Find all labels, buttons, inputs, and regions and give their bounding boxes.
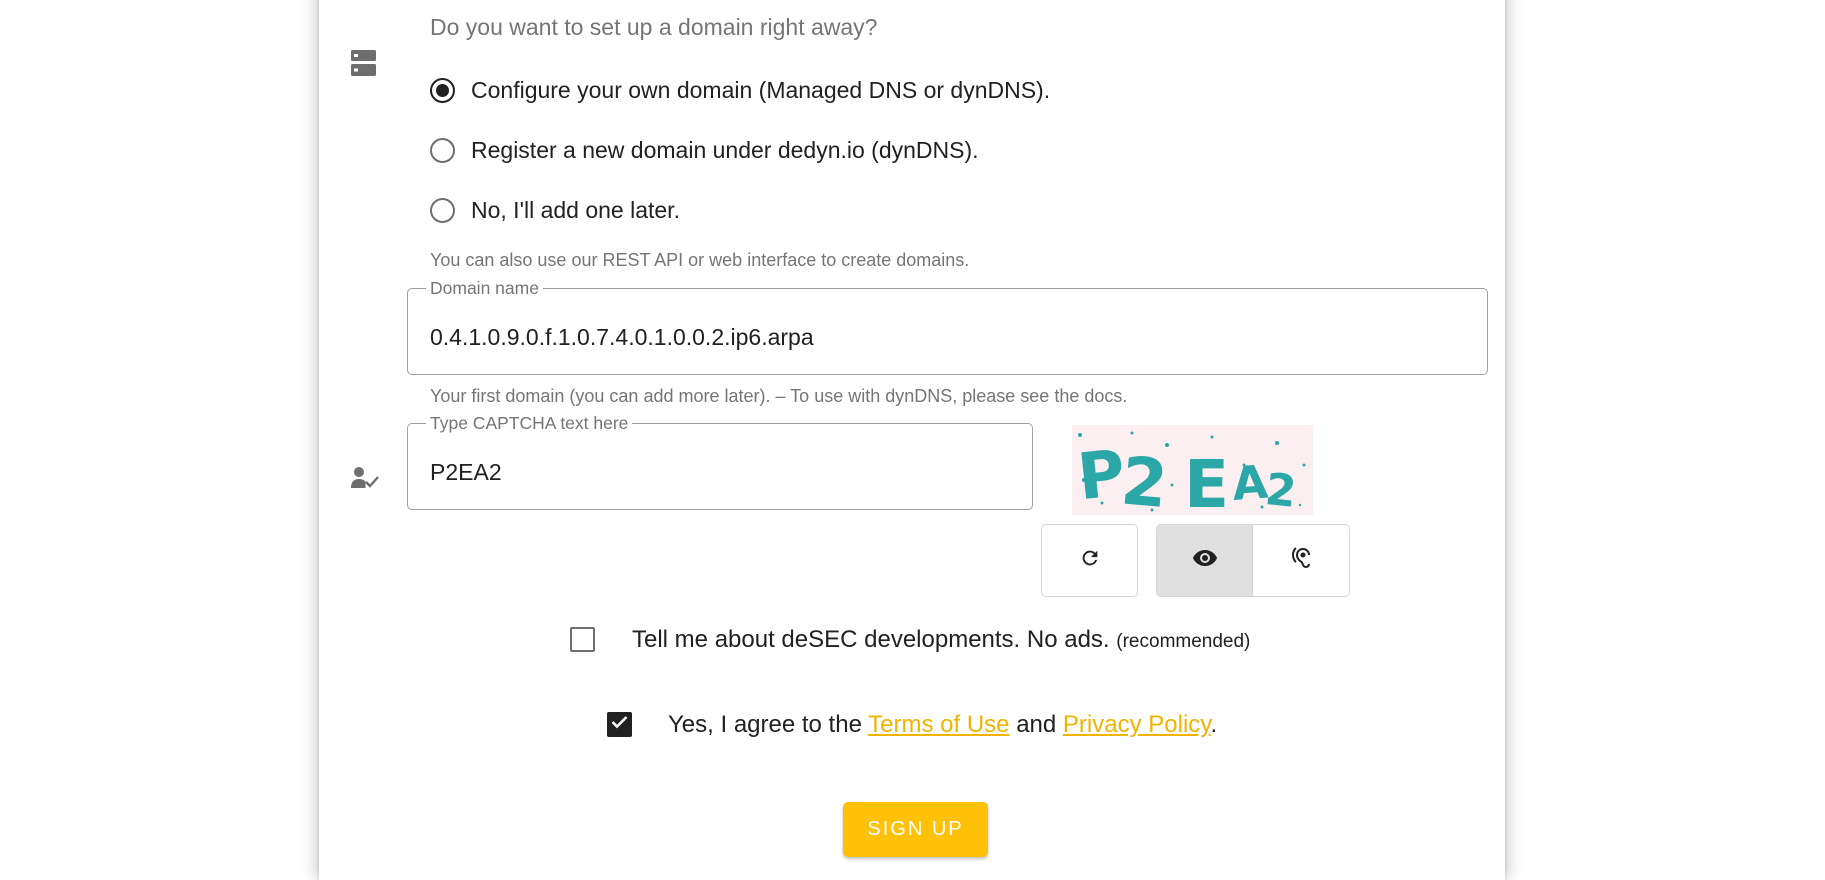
radio-button[interactable] <box>430 197 455 223</box>
domain-name-hint: Your first domain (you can add more late… <box>430 386 1128 406</box>
captcha-char-5: 2 <box>1263 464 1299 515</box>
checkmark-icon <box>611 715 628 734</box>
captcha-label: Type CAPTCHA text here <box>430 413 629 433</box>
newsletter-label: Tell me about deSEC developments. No ads… <box>632 626 1250 654</box>
terms-suffix: . <box>1210 711 1218 738</box>
refresh-captcha-button[interactable] <box>1041 524 1138 597</box>
captcha-char-3: E <box>1184 446 1229 515</box>
privacy-policy-link[interactable]: Privacy Policy <box>1063 711 1211 738</box>
terms-conjunction: and <box>1016 711 1057 738</box>
domain-question: Do you want to set up a domain right awa… <box>430 14 878 40</box>
person-check-icon <box>351 467 379 494</box>
terms-label: Yes, I agree to the Terms of Use and Pri… <box>668 711 1217 739</box>
radio-label: Configure your own domain (Managed DNS o… <box>471 76 1051 103</box>
radio-button-selected[interactable] <box>430 77 455 103</box>
domain-name-field[interactable]: Domain name <box>407 278 1488 375</box>
captcha-input[interactable] <box>430 459 990 486</box>
terms-of-use-link[interactable]: Terms of Use <box>868 711 1009 738</box>
sign-up-button[interactable]: SIGN UP <box>843 802 988 857</box>
eye-icon <box>1192 549 1218 572</box>
domain-options-hint: You can also use our REST API or web int… <box>430 250 970 270</box>
audio-captcha-button[interactable] <box>1252 524 1350 597</box>
radio-label: No, I'll add one later. <box>471 196 680 223</box>
newsletter-text: Tell me about deSEC developments. No ads… <box>632 626 1110 653</box>
captcha-field[interactable]: Type CAPTCHA text here <box>407 413 1033 510</box>
domain-name-input[interactable] <box>430 324 1430 351</box>
visual-captcha-button[interactable] <box>1156 524 1252 597</box>
terms-checkbox[interactable] <box>607 712 632 737</box>
radio-register-dedyn[interactable]: Register a new domain under dedyn.io (dy… <box>430 132 979 168</box>
newsletter-recommended-note: (recommended) <box>1116 631 1251 652</box>
radio-button[interactable] <box>430 137 455 163</box>
dns-server-icon <box>351 50 376 81</box>
radio-label: Register a new domain under dedyn.io (dy… <box>471 136 979 163</box>
ear-icon <box>1289 546 1313 575</box>
captcha-image-graphic: P 2 E A 2 <box>1074 431 1306 515</box>
refresh-icon <box>1079 547 1101 574</box>
domain-name-label: Domain name <box>430 278 539 298</box>
radio-add-later[interactable]: No, I'll add one later. <box>430 192 680 228</box>
captcha-image: P 2 E A 2 <box>1072 425 1313 515</box>
newsletter-checkbox[interactable] <box>570 627 595 652</box>
terms-prefix: Yes, I agree to the <box>668 711 862 738</box>
captcha-char-2: 2 <box>1118 442 1170 515</box>
radio-configure-own-domain[interactable]: Configure your own domain (Managed DNS o… <box>430 72 1050 108</box>
